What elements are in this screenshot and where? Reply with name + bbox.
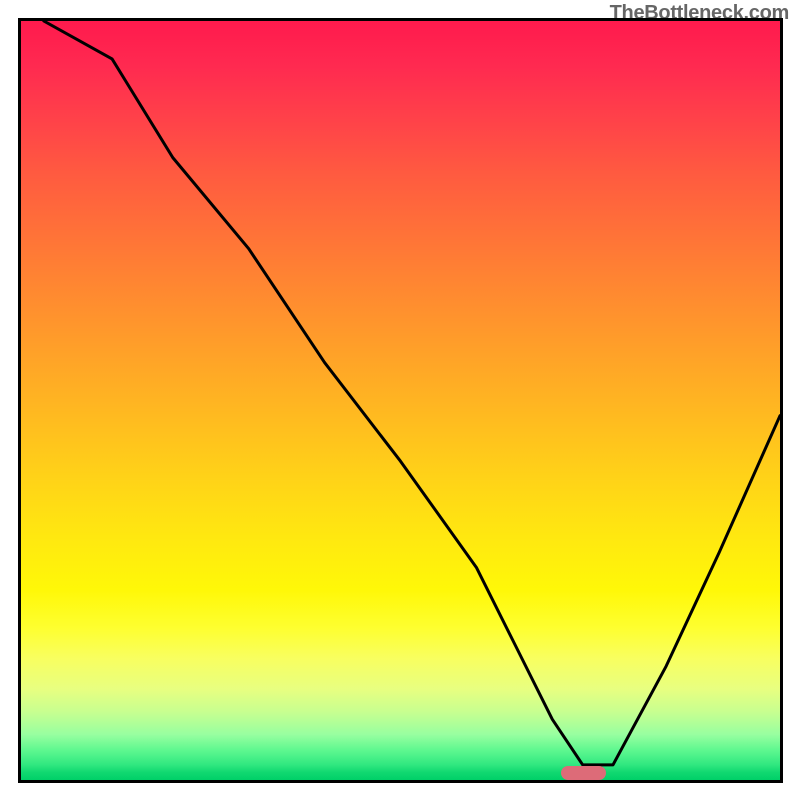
optimal-marker (561, 766, 607, 780)
bottleneck-curve (21, 21, 780, 780)
plot-area (18, 18, 783, 783)
chart-container: TheBottleneck.com (0, 0, 800, 800)
